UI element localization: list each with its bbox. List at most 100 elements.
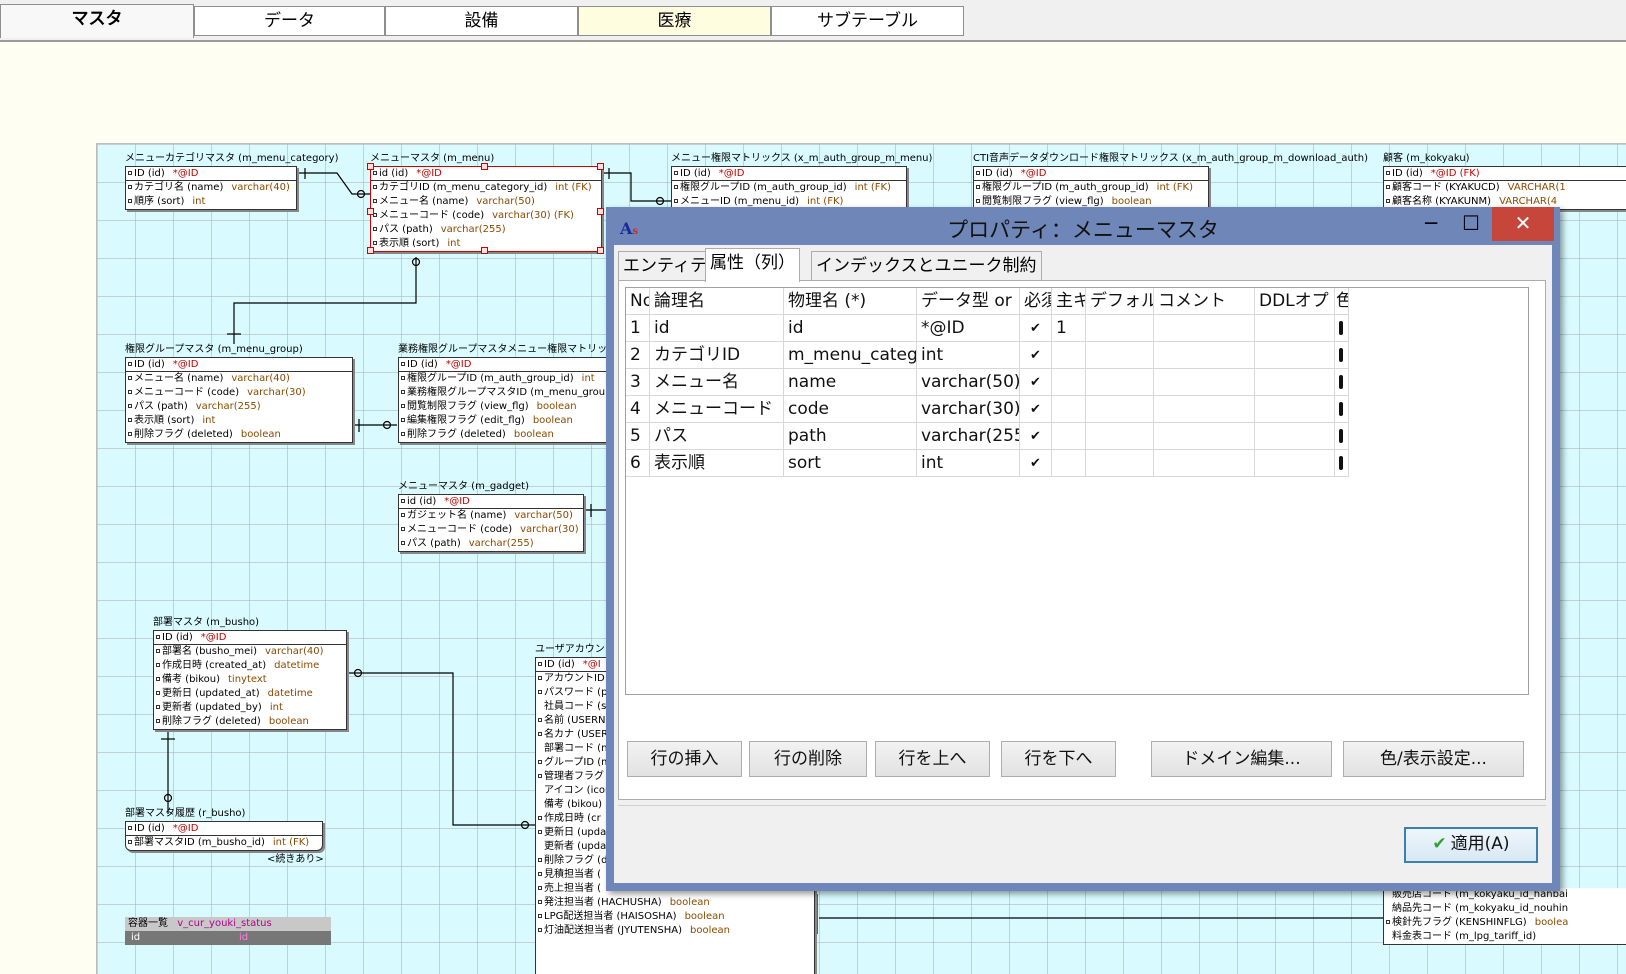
grid-cell[interactable] [1335,369,1349,396]
grid-cell[interactable] [1255,315,1335,342]
apply-button[interactable]: ✔ 適用(A) [1404,827,1538,863]
grid-cell[interactable]: 1 [626,315,650,342]
grid-cell[interactable]: 3 [626,369,650,396]
selection-handle[interactable] [597,163,604,170]
tab-data[interactable]: データ [194,6,385,36]
maximize-icon[interactable]: ☐ [1448,207,1494,241]
entity-row: 部署名 (busho_mei) varchar(40) [154,645,346,659]
grid-cell[interactable]: ✔ [1020,396,1052,423]
grid-cell[interactable]: カテゴリID [650,342,784,369]
view-youki-status[interactable]: 容器一覧 v_cur_youki_status id id [125,917,331,945]
edit-domain-button[interactable]: ドメイン編集... [1151,741,1332,777]
grid-cell[interactable]: 表示順 [650,450,784,477]
grid-cell[interactable]: 4 [626,396,650,423]
tab-indexes[interactable]: インデックスとユニーク制約 [811,251,1042,281]
grid-cell[interactable] [1086,369,1154,396]
grid-cell[interactable] [1052,450,1086,477]
grid-cell[interactable] [1052,396,1086,423]
entity-title: 権限グループマスタ (m_menu_group) [125,344,303,355]
selection-handle[interactable] [367,208,374,215]
grid-cell[interactable]: name [784,369,917,396]
grid-cell[interactable] [1086,342,1154,369]
grid-cell[interactable] [1154,315,1255,342]
grid-cell[interactable] [1154,369,1255,396]
grid-cell[interactable]: path [784,423,917,450]
grid-cell[interactable] [1052,342,1086,369]
grid-cell[interactable] [1335,423,1349,450]
grid-cell[interactable] [1255,423,1335,450]
selection-handle[interactable] [367,247,374,254]
delete-row-button[interactable]: 行の削除 [749,741,867,777]
selection-handle[interactable] [597,247,604,254]
grid-cell[interactable]: 1 [1052,315,1086,342]
tab-master[interactable]: マスタ [0,4,194,38]
selection-handle[interactable] [481,247,488,254]
grid-cell[interactable] [1086,396,1154,423]
grid-cell[interactable] [1335,315,1349,342]
grid-cell[interactable] [1335,342,1349,369]
grid-cell[interactable] [1335,450,1349,477]
grid-cell[interactable]: int [917,450,1020,477]
grid-cell[interactable] [1255,450,1335,477]
grid-cell[interactable] [1154,423,1255,450]
grid-cell[interactable]: ✔ [1020,369,1052,396]
grid-cell[interactable]: id [650,315,784,342]
dialog-titlebar[interactable]: As プロパティ：メニューマスタ ─ ☐ ✕ [606,207,1560,245]
grid-cell[interactable]: m_menu_category_id [784,342,917,369]
move-row-down-button[interactable]: 行を下へ [1001,741,1116,777]
grid-cell[interactable]: varchar(30) [917,396,1020,423]
grid-cell[interactable] [1086,423,1154,450]
grid-cell[interactable]: メニュー名 [650,369,784,396]
grid-cell[interactable] [1052,423,1086,450]
entity-title: CTI音声データダウンロード権限マトリックス (x_m_auth_group_m… [973,153,1368,164]
move-row-up-button[interactable]: 行を上へ [875,741,990,777]
selection-handle[interactable] [367,163,374,170]
color-display-settings-button[interactable]: 色/表示設定... [1343,741,1524,777]
grid-cell[interactable]: sort [784,450,917,477]
selection-handle[interactable] [481,163,488,170]
tab-subtable[interactable]: サブテーブル [771,6,964,36]
grid-cell[interactable]: 6 [626,450,650,477]
grid-cell[interactable]: パス [650,423,784,450]
grid-cell[interactable]: *@ID [917,315,1020,342]
color-swatch [1339,375,1343,389]
entity-row: ID (id) *@ID [126,167,296,181]
grid-cell[interactable]: varchar(50) [917,369,1020,396]
grid-cell[interactable]: ✔ [1020,342,1052,369]
entity-row: ID (id) *@ID [126,358,352,372]
entity-row: カテゴリID (m_menu_category_id) int (FK) [371,181,601,195]
grid-cell[interactable]: int [917,342,1020,369]
grid-cell[interactable]: ✔ [1020,450,1052,477]
grid-cell[interactable] [1052,369,1086,396]
grid-cell[interactable] [1154,342,1255,369]
entity-row: 部署マスタID (m_busho_id) int (FK) [126,836,322,850]
grid-cell[interactable] [1255,342,1335,369]
grid-cell[interactable] [1335,396,1349,423]
entity-title: 部署マスタ (m_busho) [153,617,260,628]
selection-handle[interactable] [597,208,604,215]
tab-equipment[interactable]: 設備 [385,6,578,36]
grid-cell[interactable]: ✔ [1020,315,1052,342]
grid-cell[interactable] [1086,450,1154,477]
grid-cell[interactable] [1154,396,1255,423]
grid-cell[interactable]: varchar(255) [917,423,1020,450]
insert-row-button[interactable]: 行の挿入 [627,741,742,777]
tab-attributes[interactable]: 属性（列） [705,248,800,282]
attributes-grid[interactable]: No 論理名 物理名 (*) データ型 or ド 必須 主キ デフォルト コメン… [625,287,1529,695]
grid-cell[interactable]: メニューコード [650,396,784,423]
grid-cell[interactable] [1154,450,1255,477]
entity-row: 編集権限フラグ (edit_flg) boolean [399,414,611,428]
grid-cell[interactable]: 5 [626,423,650,450]
entity-row: 検針先フラグ (KENSHINFLG) boolea [1384,916,1626,930]
close-icon[interactable]: ✕ [1492,207,1554,241]
grid-cell[interactable] [1086,315,1154,342]
entity-title: メニューマスタ (m_menu) [370,153,495,164]
grid-cell[interactable]: ✔ [1020,423,1052,450]
column-header: 主キ [1052,288,1086,315]
grid-cell[interactable]: id [784,315,917,342]
grid-cell[interactable]: code [784,396,917,423]
tab-medical[interactable]: 医療 [578,6,771,36]
grid-cell[interactable] [1255,396,1335,423]
grid-cell[interactable]: 2 [626,342,650,369]
grid-cell[interactable] [1255,369,1335,396]
